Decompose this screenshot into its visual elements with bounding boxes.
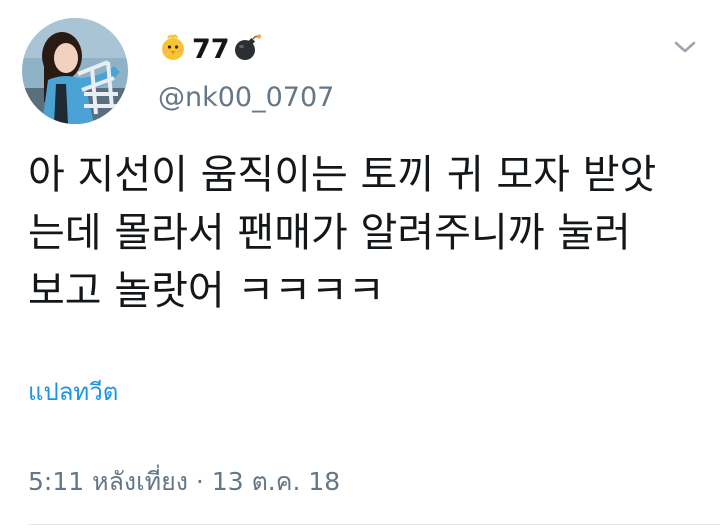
user-handle[interactable]: @nk00_0707 (158, 82, 334, 113)
tweet-text: 아 지선이 움직이는 토끼 귀 모자 받앗 는데 몰라서 팬매가 알려주니까 눌… (28, 152, 657, 314)
bomb-icon (232, 32, 262, 66)
display-name[interactable]: 77 (158, 30, 262, 68)
chevron-down-icon[interactable] (672, 38, 698, 56)
tweet-timestamp[interactable]: 5:11 หลังเที่ยง · 13 ต.ค. 18 (28, 462, 340, 502)
translate-tweet-link[interactable]: แปลทวีต (28, 372, 118, 411)
user-info: 77 @nk00_0707 (158, 30, 334, 114)
divider (28, 524, 720, 525)
display-name-text: 77 (192, 33, 230, 65)
avatar[interactable] (22, 18, 128, 124)
chick-icon (158, 32, 188, 66)
tweet-card: 77 @nk00_0707 아 지선이 움직이는 토끼 귀 모자 받앗 는데 몰… (0, 0, 720, 528)
avatar-image (22, 18, 128, 124)
